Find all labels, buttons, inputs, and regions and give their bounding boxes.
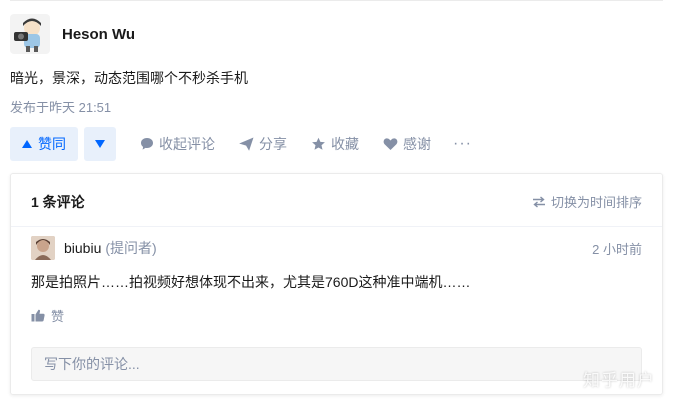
comments-panel: 1 条评论 切换为时间排序 biubiu (提问者) 2 小时前 那是拍照片……… bbox=[10, 173, 663, 395]
action-bar: 赞同 收起评论 分享 收藏 感谢 ··· bbox=[10, 127, 472, 161]
paper-plane-icon bbox=[239, 137, 254, 151]
thumbs-up-icon bbox=[31, 309, 45, 322]
swap-arrows-icon bbox=[532, 195, 545, 208]
top-divider bbox=[10, 0, 663, 1]
comment-bubble-icon bbox=[141, 138, 153, 150]
cartoon-avatar-icon bbox=[14, 18, 41, 52]
collapse-comments-label: 收起评论 bbox=[159, 136, 215, 152]
switch-sort-label: 切换为时间排序 bbox=[550, 195, 642, 210]
upvote-button[interactable]: 赞同 bbox=[10, 127, 78, 161]
comment-like-button[interactable]: 赞 bbox=[31, 306, 642, 325]
author-info: Heson Wu bbox=[10, 14, 135, 54]
triangle-up-icon bbox=[22, 140, 32, 148]
comment-time: 2 小时前 bbox=[592, 241, 642, 257]
favorite-button[interactable]: 收藏 bbox=[311, 134, 359, 154]
collapse-comments-button[interactable]: 收起评论 bbox=[140, 134, 215, 154]
author-name[interactable]: Heson Wu bbox=[62, 26, 135, 43]
answer-content: 暗光，景深，动态范围哪个不秒杀手机 bbox=[10, 70, 248, 86]
commenter-role: (提问者) bbox=[105, 240, 157, 256]
comment-text: 那是拍照片……拍视频好想体现不出来，尤其是760D这种准中端机…… bbox=[31, 274, 471, 290]
commenter-name[interactable]: biubiu bbox=[64, 240, 101, 256]
thanks-button[interactable]: 感谢 bbox=[383, 134, 431, 154]
user-photo-icon bbox=[31, 236, 55, 260]
share-label: 分享 bbox=[259, 136, 287, 152]
comment-count: 1 条评论 bbox=[31, 194, 85, 210]
more-options-button[interactable]: ··· bbox=[453, 135, 472, 153]
favorite-label: 收藏 bbox=[331, 136, 359, 152]
watermark: 知乎用户 bbox=[583, 371, 655, 390]
answer-time[interactable]: 发布于昨天 21:51 bbox=[10, 97, 111, 116]
comments-header: 1 条评论 切换为时间排序 bbox=[11, 174, 662, 227]
share-button[interactable]: 分享 bbox=[239, 134, 287, 154]
downvote-button[interactable] bbox=[84, 127, 116, 161]
author-avatar[interactable] bbox=[10, 14, 50, 54]
comment-item: biubiu (提问者) 2 小时前 那是拍照片……拍视频好想体现不出来，尤其是… bbox=[31, 236, 642, 325]
heart-icon bbox=[383, 138, 398, 150]
comment-header: biubiu (提问者) 2 小时前 bbox=[31, 236, 642, 260]
comment-input[interactable] bbox=[31, 347, 642, 381]
upvote-label: 赞同 bbox=[38, 136, 66, 152]
thanks-label: 感谢 bbox=[403, 136, 431, 152]
star-icon bbox=[312, 137, 325, 150]
commenter-avatar[interactable] bbox=[31, 236, 55, 260]
triangle-down-icon bbox=[95, 140, 105, 148]
switch-sort-button[interactable]: 切换为时间排序 bbox=[532, 192, 642, 211]
comment-like-label: 赞 bbox=[51, 309, 65, 324]
